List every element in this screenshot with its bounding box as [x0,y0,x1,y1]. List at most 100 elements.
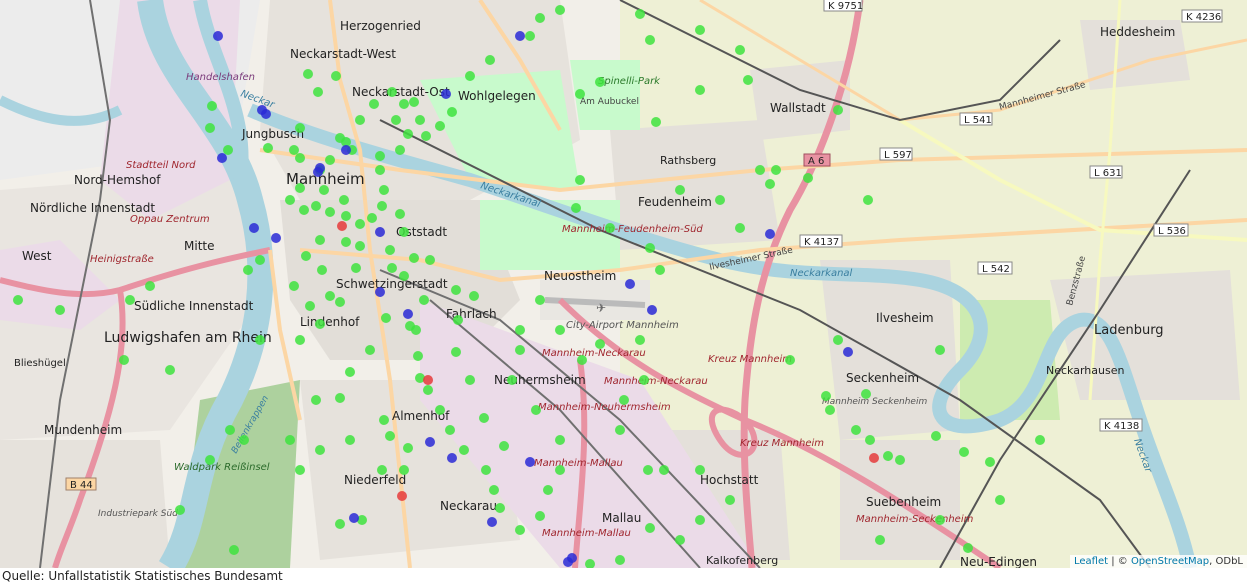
accident-marker-green[interactable] [239,435,249,445]
accident-marker-green[interactable] [465,71,475,81]
accident-marker-green[interactable] [315,235,325,245]
accident-marker-green[interactable] [331,71,341,81]
accident-marker-blue[interactable] [487,517,497,527]
accident-marker-green[interactable] [469,291,479,301]
accident-marker-green[interactable] [825,405,835,415]
accident-marker-green[interactable] [725,495,735,505]
accident-marker-green[interactable] [387,87,397,97]
accident-marker-green[interactable] [645,243,655,253]
accident-marker-green[interactable] [305,301,315,311]
accident-marker-green[interactable] [577,355,587,365]
accident-marker-green[interactable] [863,195,873,205]
accident-marker-green[interactable] [425,255,435,265]
accident-marker-blue[interactable] [567,553,577,563]
accident-marker-green[interactable] [643,465,653,475]
accident-marker-green[interactable] [525,31,535,41]
accident-marker-red[interactable] [337,221,347,231]
accident-marker-green[interactable] [1035,435,1045,445]
accident-marker-green[interactable] [595,77,605,87]
accident-marker-green[interactable] [55,305,65,315]
accident-marker-green[interactable] [459,445,469,455]
accident-marker-green[interactable] [255,335,265,345]
accident-marker-green[interactable] [435,121,445,131]
accident-marker-green[interactable] [695,25,705,35]
accident-marker-green[interactable] [355,115,365,125]
accident-marker-green[interactable] [615,425,625,435]
accident-marker-green[interactable] [935,345,945,355]
accident-marker-blue[interactable] [213,31,223,41]
accident-marker-green[interactable] [325,291,335,301]
accident-marker-green[interactable] [375,165,385,175]
accident-marker-green[interactable] [379,415,389,425]
accident-marker-green[interactable] [771,165,781,175]
accident-marker-green[interactable] [311,201,321,211]
accident-marker-green[interactable] [299,205,309,215]
accident-marker-blue[interactable] [271,233,281,243]
accident-marker-green[interactable] [125,295,135,305]
accident-marker-green[interactable] [355,219,365,229]
accident-marker-green[interactable] [207,101,217,111]
accident-marker-green[interactable] [451,285,461,295]
leaflet-link[interactable]: Leaflet [1074,556,1108,567]
accident-marker-green[interactable] [295,183,305,193]
accident-marker-green[interactable] [145,281,155,291]
accident-marker-green[interactable] [369,99,379,109]
accident-marker-green[interactable] [165,365,175,375]
accident-marker-green[interactable] [399,99,409,109]
accident-marker-green[interactable] [395,145,405,155]
accident-marker-green[interactable] [399,227,409,237]
accident-marker-green[interactable] [295,123,305,133]
accident-marker-green[interactable] [481,465,491,475]
accident-marker-green[interactable] [645,523,655,533]
accident-marker-green[interactable] [403,129,413,139]
accident-marker-green[interactable] [651,117,661,127]
accident-marker-blue[interactable] [349,513,359,523]
accident-marker-blue[interactable] [765,229,775,239]
accident-marker-green[interactable] [485,55,495,65]
accident-marker-green[interactable] [377,201,387,211]
accident-marker-green[interactable] [555,435,565,445]
accident-marker-green[interactable] [447,107,457,117]
accident-marker-green[interactable] [515,525,525,535]
accident-marker-green[interactable] [335,519,345,529]
accident-marker-green[interactable] [535,13,545,23]
accident-marker-green[interactable] [319,185,329,195]
accident-marker-green[interactable] [531,405,541,415]
accident-marker-green[interactable] [119,355,129,365]
accident-marker-blue[interactable] [313,167,323,177]
accident-marker-green[interactable] [377,465,387,475]
accident-marker-blue[interactable] [403,309,413,319]
accident-marker-green[interactable] [645,35,655,45]
accident-marker-green[interactable] [543,485,553,495]
accident-marker-green[interactable] [833,105,843,115]
accident-marker-green[interactable] [803,173,813,183]
accident-marker-green[interactable] [743,75,753,85]
accident-marker-green[interactable] [615,555,625,565]
accident-marker-green[interactable] [861,389,871,399]
accident-marker-green[interactable] [635,335,645,345]
accident-marker-green[interactable] [301,251,311,261]
accident-marker-green[interactable] [635,9,645,19]
accident-marker-green[interactable] [395,209,405,219]
accident-marker-green[interactable] [325,155,335,165]
accident-marker-green[interactable] [409,253,419,263]
accident-marker-blue[interactable] [647,305,657,315]
accident-marker-green[interactable] [715,195,725,205]
accident-marker-green[interactable] [315,319,325,329]
accident-marker-green[interactable] [575,175,585,185]
accident-marker-green[interactable] [341,211,351,221]
accident-marker-green[interactable] [489,485,499,495]
accident-marker-green[interactable] [255,255,265,265]
accident-marker-green[interactable] [355,241,365,251]
accident-marker-green[interactable] [405,321,415,331]
accident-marker-red[interactable] [423,375,433,385]
map-view[interactable]: Herzogenried Neckarstadt-West Neckarstad… [0,0,1247,568]
accident-marker-green[interactable] [295,335,305,345]
accident-marker-green[interactable] [785,355,795,365]
accident-marker-green[interactable] [225,425,235,435]
accident-marker-red[interactable] [397,491,407,501]
accident-marker-green[interactable] [639,375,649,385]
accident-marker-green[interactable] [13,295,23,305]
accident-marker-blue[interactable] [341,145,351,155]
accident-marker-green[interactable] [821,391,831,401]
